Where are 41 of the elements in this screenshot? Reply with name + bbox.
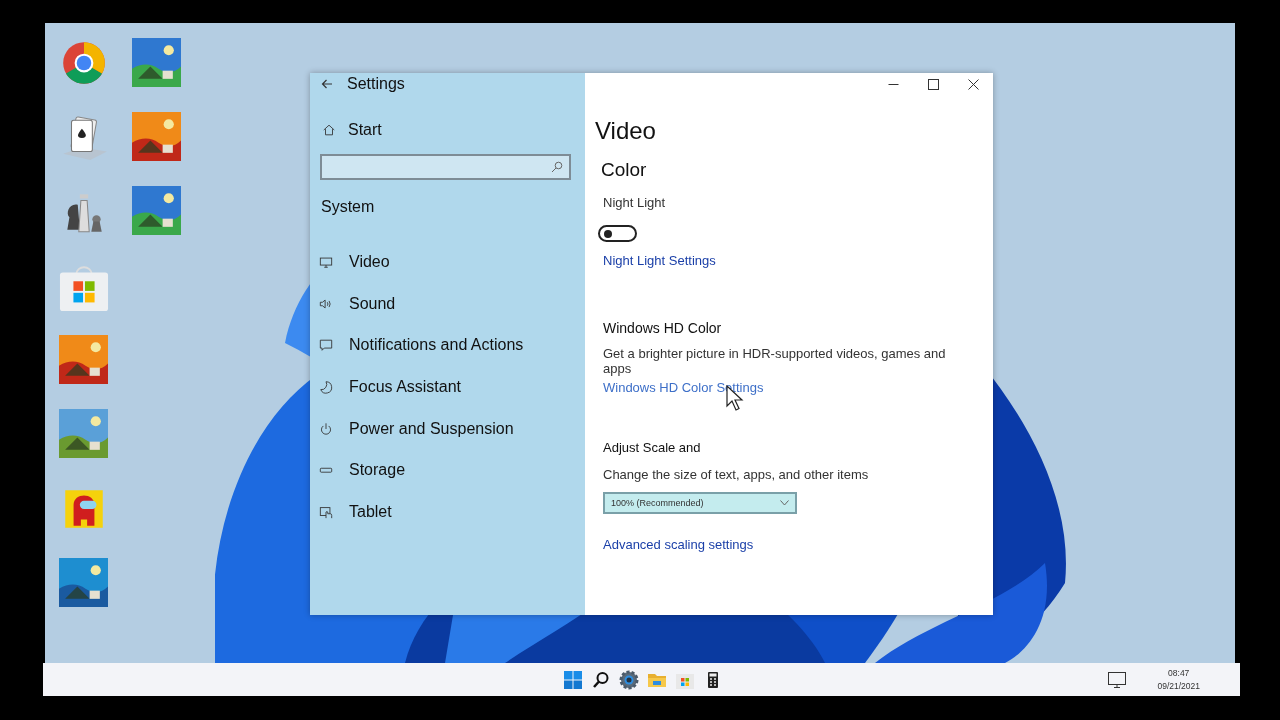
setting-label: Night Light	[603, 195, 667, 210]
back-arrow-icon[interactable]	[321, 78, 333, 90]
section-heading: Color	[601, 159, 648, 181]
maximize-icon	[927, 78, 939, 90]
close-icon	[967, 78, 979, 90]
moon-icon	[319, 379, 333, 394]
search-icon	[551, 161, 563, 173]
scale-dropdown[interactable]: 100% (Recommended)	[603, 492, 797, 514]
chevron-down-icon	[780, 500, 789, 506]
setting-heading: Windows HD Color	[603, 320, 723, 336]
store-bag-icon[interactable]	[59, 263, 109, 313]
setting-heading: Adjust Scale and	[603, 440, 702, 455]
start-item[interactable]: Start	[348, 121, 382, 139]
speaker-icon	[319, 296, 333, 311]
monitor-icon	[319, 254, 333, 269]
settings-link[interactable]: Advanced scaling settings	[603, 537, 754, 552]
search-field[interactable]	[320, 154, 571, 180]
windows-logo-icon[interactable]	[563, 669, 583, 690]
setting-description: Get a brighter picture in HDR-supported videos, games and apps	[603, 346, 947, 376]
search-icon[interactable]	[591, 669, 611, 690]
sidebar-item[interactable]: Power and Suspension	[349, 419, 514, 438]
settings-link[interactable]: Night Light Settings	[603, 253, 716, 268]
sidebar-item[interactable]: Sound	[349, 294, 396, 313]
toggle-switch[interactable]	[598, 225, 637, 242]
sidebar-item[interactable]: Storage	[349, 461, 406, 480]
page-title: Video	[595, 117, 657, 145]
settings-icon[interactable]	[619, 669, 639, 690]
power-icon	[319, 421, 333, 436]
sidebar-item[interactable]: Notifications and Actions	[349, 336, 524, 355]
message-icon	[319, 338, 333, 353]
clock-date: 09/21/2021	[1157, 681, 1200, 691]
home-icon	[322, 123, 336, 137]
sidebar-item[interactable]: Video	[349, 252, 390, 271]
tablet-touch-icon	[319, 504, 333, 519]
section-heading: System	[321, 198, 376, 216]
sidebar-item[interactable]: Tablet	[349, 502, 392, 521]
window-title: Settings	[347, 75, 405, 93]
monitor-icon[interactable]	[1107, 670, 1128, 689]
clock-time: 08:47	[1168, 668, 1190, 678]
setting-description: Change the size of text, apps, and other items	[603, 467, 870, 482]
sidebar-item[interactable]: Focus Assistant	[349, 377, 462, 396]
